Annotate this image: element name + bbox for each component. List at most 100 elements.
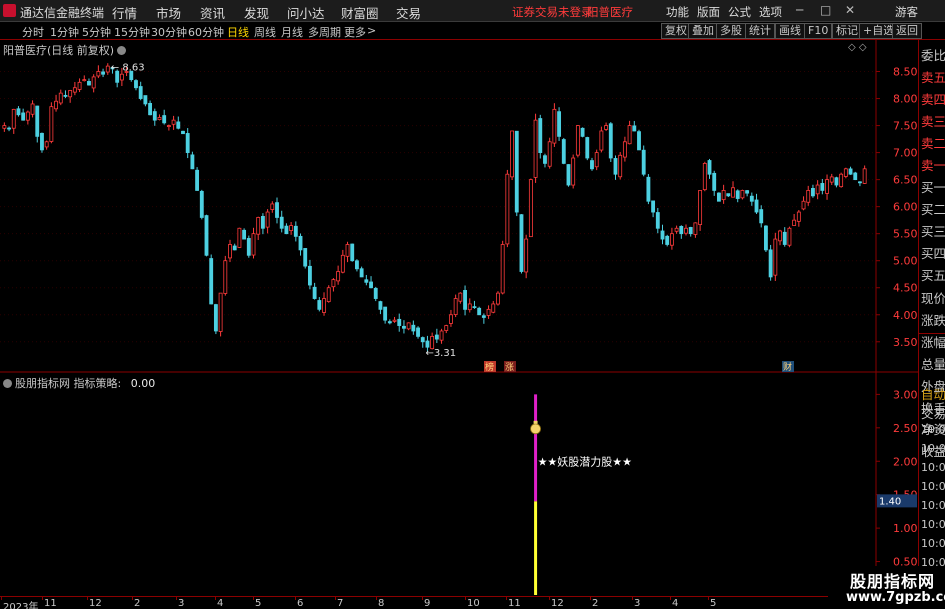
time-tick-15: 3	[634, 598, 641, 609]
more-chevron-icon[interactable]: >	[367, 24, 376, 37]
candle	[463, 285, 467, 316]
statistics-button[interactable]: 统计	[745, 23, 775, 39]
candle	[655, 207, 660, 234]
quote-label-0: 委比	[921, 48, 945, 63]
quote-label-3: 卖三	[921, 114, 945, 129]
time-tick-1: 11	[44, 598, 57, 609]
candle	[585, 136, 590, 161]
candle	[538, 114, 543, 159]
time-axis: 2023年 11 12 2 3 4 5 6 7 8 9 10 11 12 2 3 4 5	[0, 596, 918, 609]
period-monthly[interactable]: 月线	[281, 24, 303, 40]
menu-function[interactable]: 功能	[666, 4, 689, 20]
candle	[669, 227, 674, 250]
indicator-label-0: 3.00	[893, 388, 918, 401]
event-marker-1[interactable]: 涨	[504, 361, 516, 373]
kline-chart[interactable]: 8.50 8.00 7.50 7.00 6.50 6.00 5.50 5.00 4.50 4.00…	[0, 40, 918, 373]
time-tick-mark	[42, 597, 43, 600]
candle	[524, 234, 529, 279]
menu-item-ask[interactable]: 问小达	[287, 3, 325, 22]
f10-button[interactable]: F10	[804, 23, 833, 39]
menu-layout[interactable]: 版面	[697, 4, 720, 20]
time-tick-mark	[708, 597, 709, 600]
candle	[449, 309, 453, 327]
time-tick-9: 8	[378, 598, 385, 609]
candle	[77, 78, 82, 93]
guest-user[interactable]: 游客	[895, 4, 918, 20]
candle	[792, 214, 797, 226]
candle	[566, 164, 571, 187]
overlay-button[interactable]: 叠加	[688, 23, 718, 39]
price-label-4: 6.50	[893, 174, 918, 187]
candle	[143, 95, 148, 107]
candle	[171, 115, 176, 130]
period-30min[interactable]: 30分钟	[151, 24, 187, 40]
trade-login-status[interactable]: 证券交易未登录	[512, 4, 593, 20]
candle	[157, 114, 162, 121]
indicator-settings-icon[interactable]	[3, 379, 12, 388]
maximize-icon[interactable]: □	[820, 3, 831, 17]
period-1min[interactable]: 1分钟	[50, 24, 79, 40]
event-marker-2[interactable]: 财	[782, 361, 794, 373]
period-5min[interactable]: 5分钟	[82, 24, 111, 40]
menu-item-news[interactable]: 资讯	[200, 3, 225, 22]
time-tick-mark	[132, 597, 133, 600]
high-annotation: ← 8.63	[111, 62, 145, 73]
candle	[21, 108, 26, 121]
candle	[265, 209, 270, 234]
period-15min[interactable]: 15分钟	[114, 24, 150, 40]
indicator-chart[interactable]: 3.002.502.001.501.000.501.40★★妖股潜力股★★	[0, 373, 918, 596]
watermark-title: 股朋指标网	[850, 572, 936, 591]
menu-options[interactable]: 选项	[759, 4, 782, 20]
tick-row-4: 10:04	[921, 461, 945, 474]
candle	[289, 221, 294, 235]
settings-dot-icon[interactable]	[117, 46, 127, 55]
candle	[345, 241, 350, 263]
indicator-name: 股朋指标网	[15, 377, 70, 390]
time-tick-7: 6	[297, 598, 304, 609]
draw-line-button[interactable]: 画线	[775, 23, 805, 39]
menu-item-market-list[interactable]: 市场	[156, 3, 181, 22]
candle	[721, 184, 726, 204]
menu-item-trade[interactable]: 交易	[396, 3, 421, 22]
time-tick-2: 12	[89, 598, 102, 609]
tick-row-2: 10:04	[921, 423, 945, 436]
candle	[298, 233, 303, 256]
multi-stock-button[interactable]: 多股	[716, 23, 746, 39]
candle	[364, 274, 369, 286]
candle	[392, 316, 397, 323]
adjust-button[interactable]: 复权	[661, 23, 691, 39]
period-more[interactable]: 更多	[344, 24, 366, 40]
price-label-0: 8.50	[893, 66, 918, 79]
candle	[7, 126, 11, 132]
candle	[590, 157, 594, 171]
current-stock-name: 阳普医疗	[587, 5, 633, 19]
menu-item-market[interactable]: 行情	[112, 3, 137, 22]
period-multi[interactable]: 多周期	[308, 24, 341, 40]
mark-button[interactable]: 标记	[832, 23, 862, 39]
close-icon[interactable]: ✕	[845, 3, 855, 17]
period-daily[interactable]: 日线	[227, 24, 249, 40]
minimize-icon[interactable]: ─	[796, 3, 803, 17]
candle	[622, 136, 627, 162]
candle	[307, 259, 312, 290]
time-tick-mark	[295, 597, 296, 600]
time-tick-mark	[176, 597, 177, 600]
period-weekly[interactable]: 周线	[254, 24, 276, 40]
quote-label-8: 买三	[921, 224, 945, 239]
kline-tools-icon[interactable]: ◇ ◇	[848, 42, 867, 53]
quote-label-1: 卖五	[921, 70, 945, 85]
period-timeshare[interactable]: 分时	[22, 24, 44, 40]
menu-item-wealth-circle[interactable]: 财富圈	[341, 3, 379, 22]
candle	[134, 79, 138, 91]
menu-item-discover[interactable]: 发现	[244, 3, 269, 22]
price-label-2: 7.50	[893, 120, 918, 133]
candle	[787, 226, 792, 248]
back-button[interactable]: 返回	[892, 23, 922, 39]
price-label-5: 6.00	[893, 201, 918, 214]
candle	[430, 332, 435, 350]
candle	[284, 223, 289, 235]
candle	[16, 106, 21, 117]
period-60min[interactable]: 60分钟	[188, 24, 224, 40]
event-marker-0[interactable]: 榜	[484, 361, 496, 373]
menu-formula[interactable]: 公式	[728, 4, 751, 20]
